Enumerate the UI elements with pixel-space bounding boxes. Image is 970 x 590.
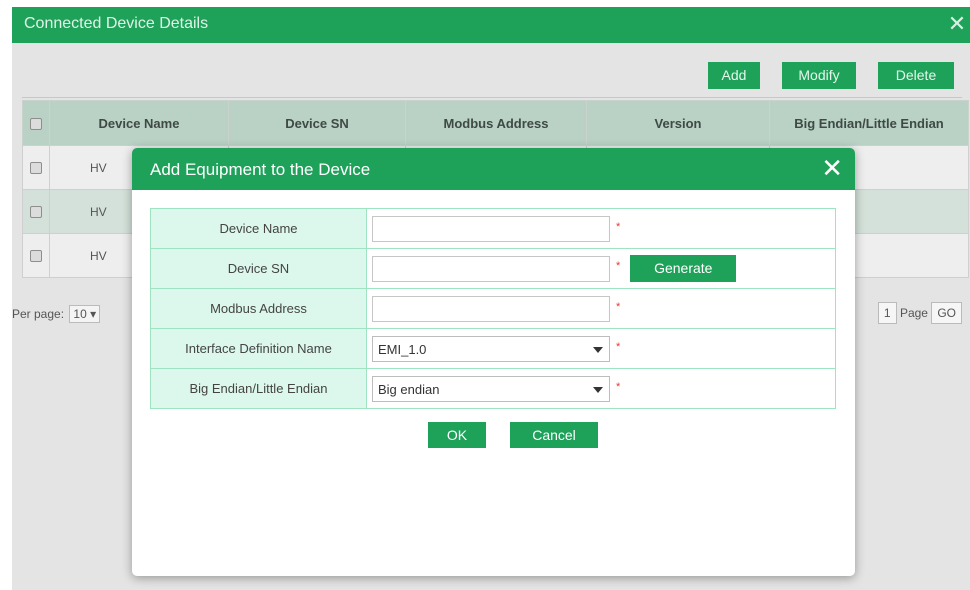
per-page-select[interactable]: 10 ▾ bbox=[69, 305, 101, 323]
modbus-address-label: Modbus Address bbox=[150, 288, 367, 329]
form-row-interface-definition: Interface Definition Name EMI_1.0 * bbox=[150, 328, 836, 369]
per-page-value: 10 bbox=[73, 307, 87, 321]
row-checkbox-cell bbox=[22, 189, 50, 234]
column-header-device-sn[interactable]: Device SN bbox=[228, 100, 406, 146]
column-header-modbus-address[interactable]: Modbus Address bbox=[405, 100, 587, 146]
per-page-label: Per page: bbox=[12, 307, 65, 321]
add-equipment-dialog: Add Equipment to the Device ✕ Device Nam… bbox=[132, 148, 855, 576]
dialog-header: Add Equipment to the Device ✕ bbox=[132, 148, 855, 190]
delete-button[interactable]: Delete bbox=[878, 62, 954, 89]
modbus-address-cell: * bbox=[366, 288, 836, 329]
ok-button[interactable]: OK bbox=[428, 422, 486, 448]
form-row-device-name: Device Name * bbox=[150, 208, 836, 249]
form-row-device-sn: Device SN * Generate bbox=[150, 248, 836, 289]
required-mark: * bbox=[616, 300, 621, 313]
add-button[interactable]: Add bbox=[708, 62, 760, 89]
dialog-title: Add Equipment to the Device bbox=[150, 160, 371, 179]
row-checkbox[interactable] bbox=[30, 162, 42, 175]
endian-label: Big Endian/Little Endian bbox=[150, 368, 367, 409]
page-navigation: 1 Page GO bbox=[874, 302, 962, 324]
toolbar-divider bbox=[22, 97, 962, 98]
select-all-checkbox[interactable] bbox=[30, 118, 42, 131]
required-mark: * bbox=[616, 220, 621, 233]
dropdown-arrow-icon bbox=[593, 386, 603, 393]
endian-select[interactable]: Big endian bbox=[372, 375, 610, 402]
dialog-close-icon[interactable]: ✕ bbox=[821, 153, 843, 183]
generate-button[interactable]: Generate bbox=[630, 255, 737, 282]
dropdown-arrow-icon: ▾ bbox=[90, 307, 97, 321]
column-header-endian[interactable]: Big Endian/Little Endian bbox=[769, 100, 969, 146]
column-header-device-name[interactable]: Device Name bbox=[49, 100, 229, 146]
row-checkbox-cell bbox=[22, 145, 50, 190]
window-close-icon[interactable]: ✕ bbox=[944, 13, 970, 39]
device-name-input[interactable] bbox=[372, 215, 610, 242]
equipment-form: Device Name * Device SN * Generate Modbus… bbox=[150, 208, 836, 409]
per-page-control: Per page: 10 ▾ bbox=[12, 305, 101, 323]
device-sn-input[interactable] bbox=[372, 255, 610, 282]
window-title: Connected Device Details bbox=[24, 15, 209, 32]
modbus-address-input[interactable] bbox=[372, 295, 610, 322]
endian-cell: Big endian * bbox=[366, 368, 836, 409]
required-mark: * bbox=[616, 260, 621, 272]
go-button[interactable]: GO bbox=[931, 302, 962, 324]
interface-definition-select[interactable]: EMI_1.0 bbox=[372, 335, 610, 362]
device-name-label: Device Name bbox=[150, 208, 367, 249]
page-label: Page bbox=[899, 306, 928, 320]
device-sn-cell: * Generate bbox=[366, 248, 836, 289]
page-number-input[interactable]: 1 bbox=[877, 302, 897, 324]
device-name-cell: * bbox=[366, 208, 836, 249]
interface-definition-label: Interface Definition Name bbox=[150, 328, 367, 369]
form-row-endian: Big Endian/Little Endian Big endian * bbox=[150, 368, 836, 409]
required-mark: * bbox=[616, 340, 621, 353]
interface-definition-value: EMI_1.0 bbox=[378, 341, 427, 357]
column-header-version[interactable]: Version bbox=[586, 100, 770, 146]
form-row-modbus-address: Modbus Address * bbox=[150, 288, 836, 329]
row-checkbox-cell bbox=[22, 233, 50, 278]
row-checkbox[interactable] bbox=[30, 206, 42, 219]
cancel-button[interactable]: Cancel bbox=[510, 422, 598, 448]
select-all-cell bbox=[22, 100, 50, 146]
dropdown-arrow-icon bbox=[593, 346, 603, 353]
table-header-row: Device Name Device SN Modbus Address Ver… bbox=[22, 100, 969, 146]
row-checkbox[interactable] bbox=[30, 250, 42, 263]
window-header: Connected Device Details ✕ bbox=[12, 7, 970, 43]
device-sn-label: Device SN bbox=[150, 248, 367, 289]
required-mark: * bbox=[616, 380, 621, 393]
endian-value: Big endian bbox=[378, 381, 440, 397]
modify-button[interactable]: Modify bbox=[782, 62, 856, 89]
interface-definition-cell: EMI_1.0 * bbox=[366, 328, 836, 369]
